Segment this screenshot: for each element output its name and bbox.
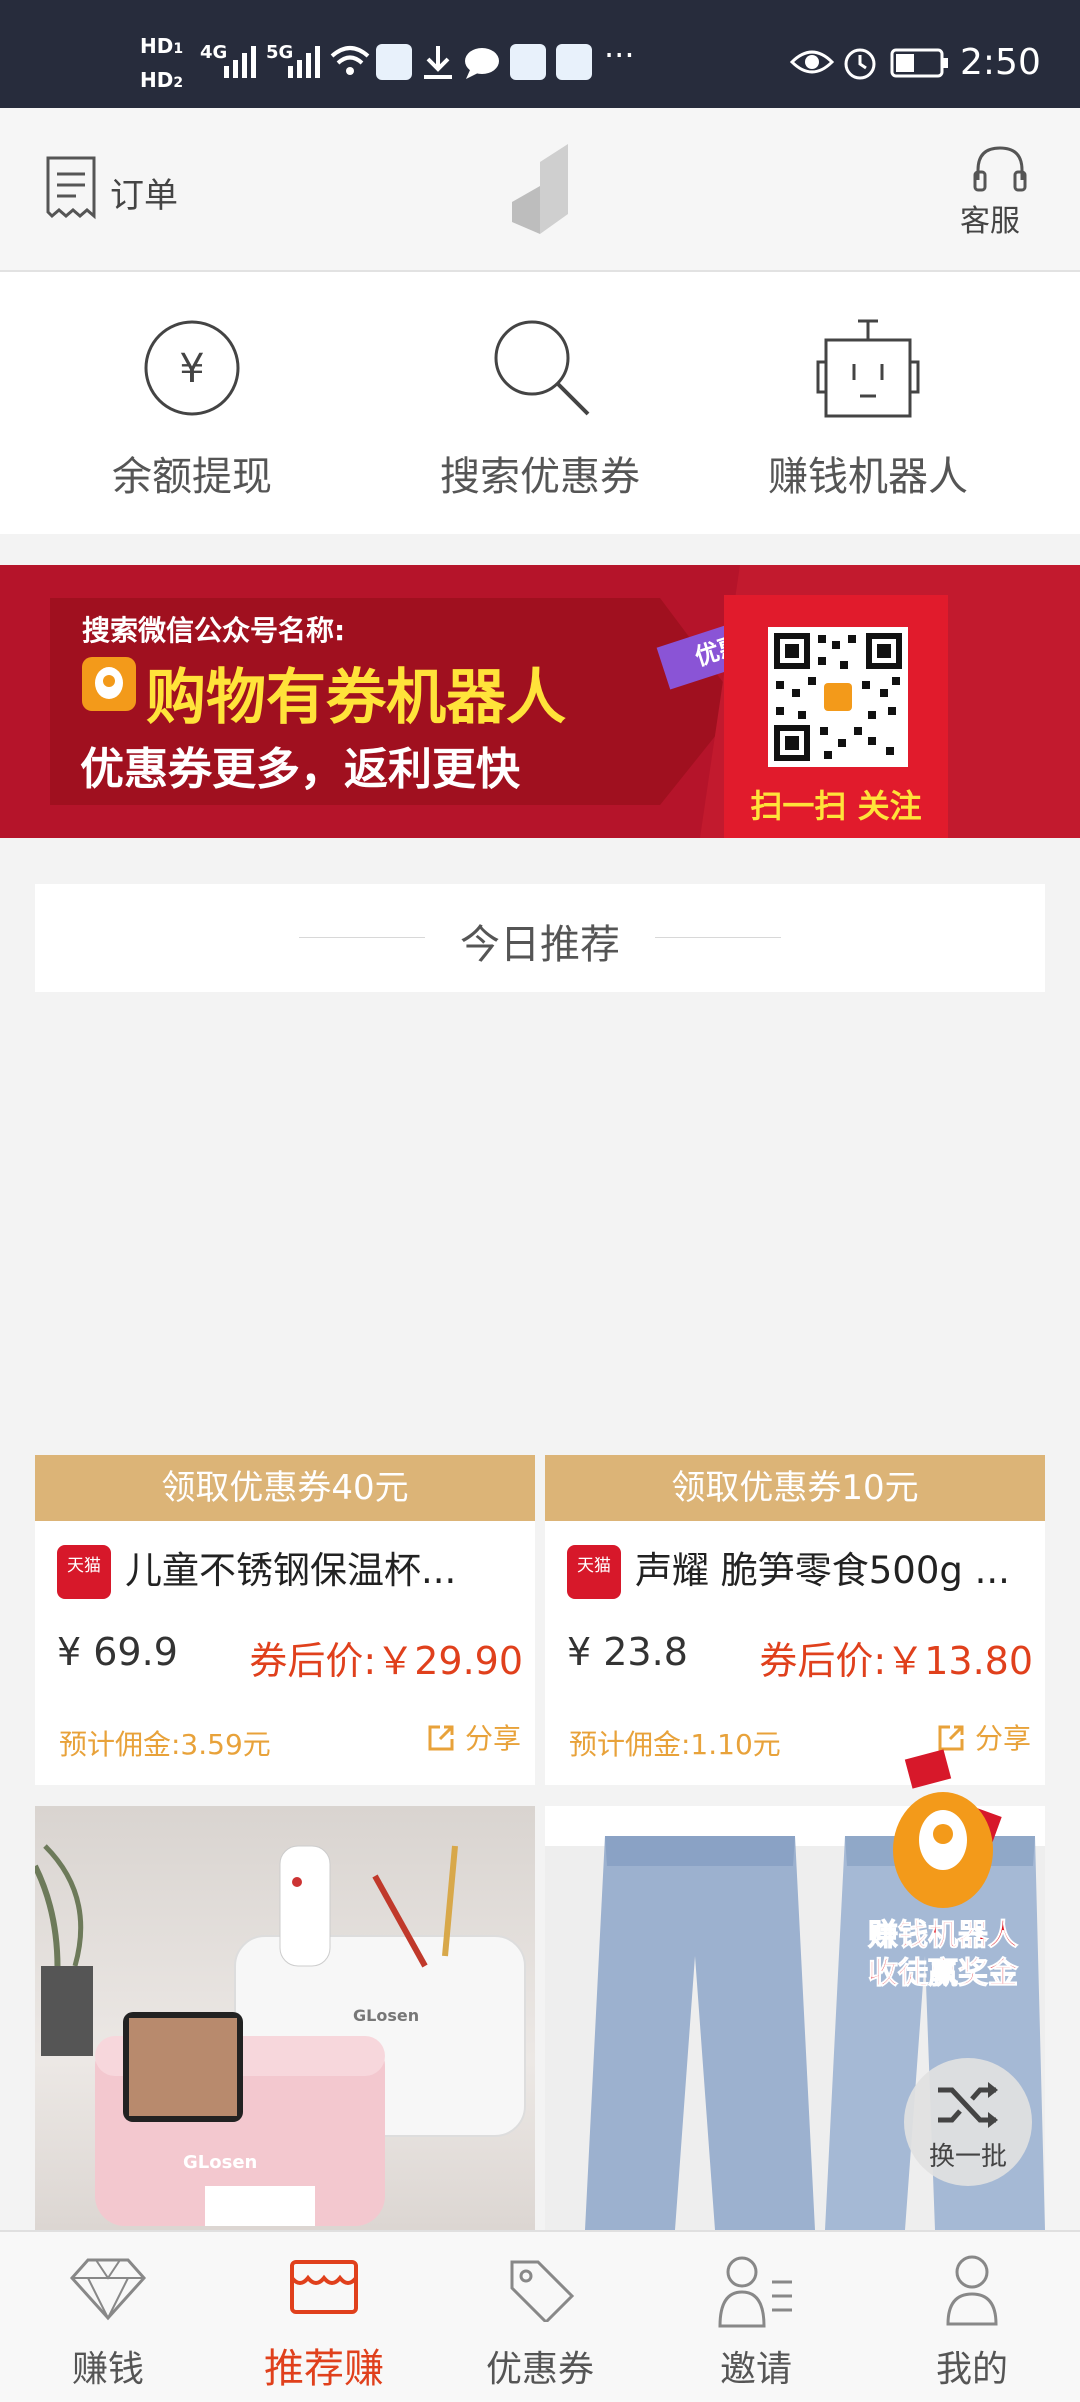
alarm-icon: [844, 48, 876, 80]
tab-mine[interactable]: 我的: [864, 2232, 1080, 2402]
banner-line1: 搜索微信公众号名称:: [82, 614, 346, 647]
store-icon: [290, 2260, 358, 2314]
product-title-row: 天猫 儿童不锈钢保温杯...: [57, 1541, 525, 1601]
tmall-badge-icon: 天猫: [57, 1545, 111, 1599]
today-title: 今日推荐: [460, 922, 620, 968]
receipt-icon: [46, 156, 96, 220]
withdraw-balance-button[interactable]: ¥ 余额提现: [22, 272, 362, 534]
banner-line2: 购物有券机器人: [146, 663, 566, 733]
app-logo-icon: [512, 144, 568, 234]
tab-invite[interactable]: 邀请: [648, 2232, 864, 2402]
brand-label: GLosen: [183, 2152, 258, 2173]
signal-icon: [224, 46, 256, 78]
robot-icon: [816, 319, 920, 418]
qr-code: [768, 627, 908, 767]
tab-label: 我的: [935, 2349, 1008, 2390]
tmall-badge-icon: 天猫: [567, 1545, 621, 1599]
tab-earn[interactable]: 赚钱: [0, 2232, 216, 2402]
product-title: 儿童不锈钢保温杯...: [125, 1549, 457, 1592]
tag-icon: [510, 2260, 575, 2322]
after-coupon-price: 券后价:￥29.90: [249, 1639, 523, 1683]
withdraw-balance-label: 余额提现: [112, 454, 272, 500]
tab-label: 赚钱: [71, 2349, 144, 2390]
person-icon: [946, 2255, 998, 2326]
promo-banner[interactable]: 搜索微信公众号名称: 购物有券机器人 优惠券更多，返利更快 优惠券 扫一扫 关注: [0, 565, 1080, 838]
scan-follow-label: 扫一扫 关注: [750, 787, 922, 825]
clock: 2:50: [960, 42, 1041, 83]
product-image[interactable]: GLosen GLosen: [35, 1806, 535, 2230]
battery-icon: [890, 48, 948, 78]
estimated-commission: 预计佣金:1.10元: [569, 1728, 781, 1761]
product-price: ¥ 69.9: [57, 1630, 178, 1674]
app-header: 订单 客服: [0, 108, 1080, 272]
quick-actions: ¥ 余额提现 搜索优惠券 赚钱机器人: [0, 272, 1080, 534]
robot-mascot-icon: [893, 1749, 1002, 1908]
tissue-box-image: [35, 1844, 526, 2226]
tab-recommend-earn[interactable]: 推荐赚: [216, 2232, 432, 2402]
svg-text:¥: ¥: [179, 346, 204, 392]
yuan-circle-icon: ¥: [144, 320, 240, 416]
promo-line2: 收徒赢奖金: [868, 1956, 1019, 1992]
share-icon: [428, 1725, 454, 1751]
product-price: ¥ 23.8: [567, 1630, 688, 1674]
signal-icon-2: [288, 46, 320, 78]
orders-button[interactable]: 订单: [44, 154, 194, 224]
tab-label: 优惠券: [485, 2349, 594, 2390]
estimated-commission: 预计佣金:3.59元: [59, 1728, 271, 1761]
tab-label: 邀请: [719, 2349, 792, 2390]
coupon-bar[interactable]: 领取优惠券10元: [545, 1455, 1045, 1521]
service-label: 客服: [960, 204, 1020, 239]
shuffle-label: 换一批: [928, 2142, 1007, 2172]
search-icon: [494, 320, 590, 416]
today-recommend-header: 今日推荐: [35, 884, 1045, 992]
money-robot-label: 赚钱机器人: [768, 454, 968, 500]
wifi-icon: [330, 46, 370, 75]
share-label: 分享: [464, 1722, 521, 1755]
orders-label: 订单: [110, 176, 178, 216]
eye-icon: [790, 50, 834, 74]
share-button[interactable]: 分享: [426, 1717, 521, 1757]
search-coupon-label: 搜索优惠券: [440, 454, 640, 500]
divider-right: [655, 937, 781, 938]
bottom-tab-bar: 赚钱 推荐赚 优惠券 邀请 我的: [0, 2230, 1080, 2402]
shuffle-button[interactable]: 换一批: [904, 2058, 1032, 2186]
headset-icon: [973, 146, 1027, 192]
tab-coupons[interactable]: 优惠券: [432, 2232, 648, 2402]
coupon-bar[interactable]: 领取优惠券40元: [35, 1455, 535, 1521]
product-title: 声耀 脆笋零食500g ...: [635, 1549, 1010, 1592]
money-robot-button[interactable]: 赚钱机器人: [698, 272, 1038, 534]
diamond-icon: [69, 2258, 147, 2321]
more-notifications: ···: [604, 36, 635, 74]
status-bar: HD1 HD2 4G 5G ··· 2:50: [0, 0, 1080, 108]
app-notification-icon-3: [556, 44, 592, 80]
after-coupon-price: 券后价:￥13.80: [759, 1639, 1033, 1683]
search-coupon-button[interactable]: 搜索优惠券: [370, 272, 710, 534]
product-title-row: 天猫 声耀 脆笋零食500g ...: [567, 1541, 1035, 1601]
product-card[interactable]: 领取优惠券10元 天猫 声耀 脆笋零食500g ... ¥ 23.8 券后价:￥…: [545, 1455, 1045, 1785]
robot-mascot-icon: [82, 657, 136, 711]
tab-label: 推荐赚: [264, 2346, 384, 2392]
product-card[interactable]: 领取优惠券40元 天猫 儿童不锈钢保温杯... ¥ 69.9 券后价:￥29.9…: [35, 1455, 535, 1785]
app-notification-icon-2: [510, 44, 546, 80]
download-icon: [424, 46, 452, 79]
gift-bag: 扫一扫 关注: [724, 595, 948, 838]
app-notification-icon: [376, 44, 412, 80]
brand-label: GLosen: [353, 2006, 420, 2025]
banner-line3: 优惠券更多，返利更快: [80, 744, 520, 795]
invite-user-icon: [718, 2256, 792, 2328]
shuffle-icon: [938, 2082, 998, 2128]
invite-promo-float[interactable]: 赚钱机器人 收徒赢奖金: [858, 1740, 1028, 2010]
hd-indicator-2: HD2: [140, 68, 184, 92]
customer-service-button[interactable]: 客服: [960, 144, 1040, 244]
message-icon: [465, 48, 499, 79]
hd-indicator-1: HD1: [140, 34, 184, 58]
